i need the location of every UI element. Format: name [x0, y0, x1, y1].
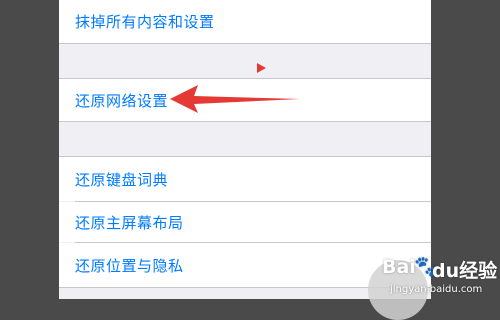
erase-all-content-label: 抹掉所有内容和设置: [75, 13, 215, 31]
red-marker-icon: [257, 63, 266, 73]
separator: [59, 43, 431, 44]
baidu-logo: Bai: [382, 256, 416, 278]
reset-home-screen-layout-label: 还原主屏幕布局: [75, 213, 184, 232]
watermark-text: du经验: [432, 260, 498, 282]
red-arrow-annotation-icon: [170, 85, 300, 113]
reset-network-settings-label: 还原网络设置: [75, 91, 169, 110]
red-arrow-shape: [170, 85, 300, 113]
reset-location-privacy-label: 还原位置与隐私: [75, 256, 184, 275]
reset-keyboard-dictionary-label: 还原键盘词典: [75, 170, 169, 189]
separator: [59, 121, 431, 122]
reset-home-screen-layout-cell[interactable]: 还原主屏幕布局: [59, 202, 431, 242]
reset-keyboard-dictionary-cell[interactable]: 还原键盘词典: [59, 157, 431, 201]
watermark-url: jingyan.baidu.com: [390, 284, 483, 295]
baidu-jingyan-watermark: Bai 🐾 du经验 jingyan.baidu.com: [368, 254, 500, 320]
erase-all-content-cell[interactable]: 抹掉所有内容和设置: [59, 0, 431, 43]
